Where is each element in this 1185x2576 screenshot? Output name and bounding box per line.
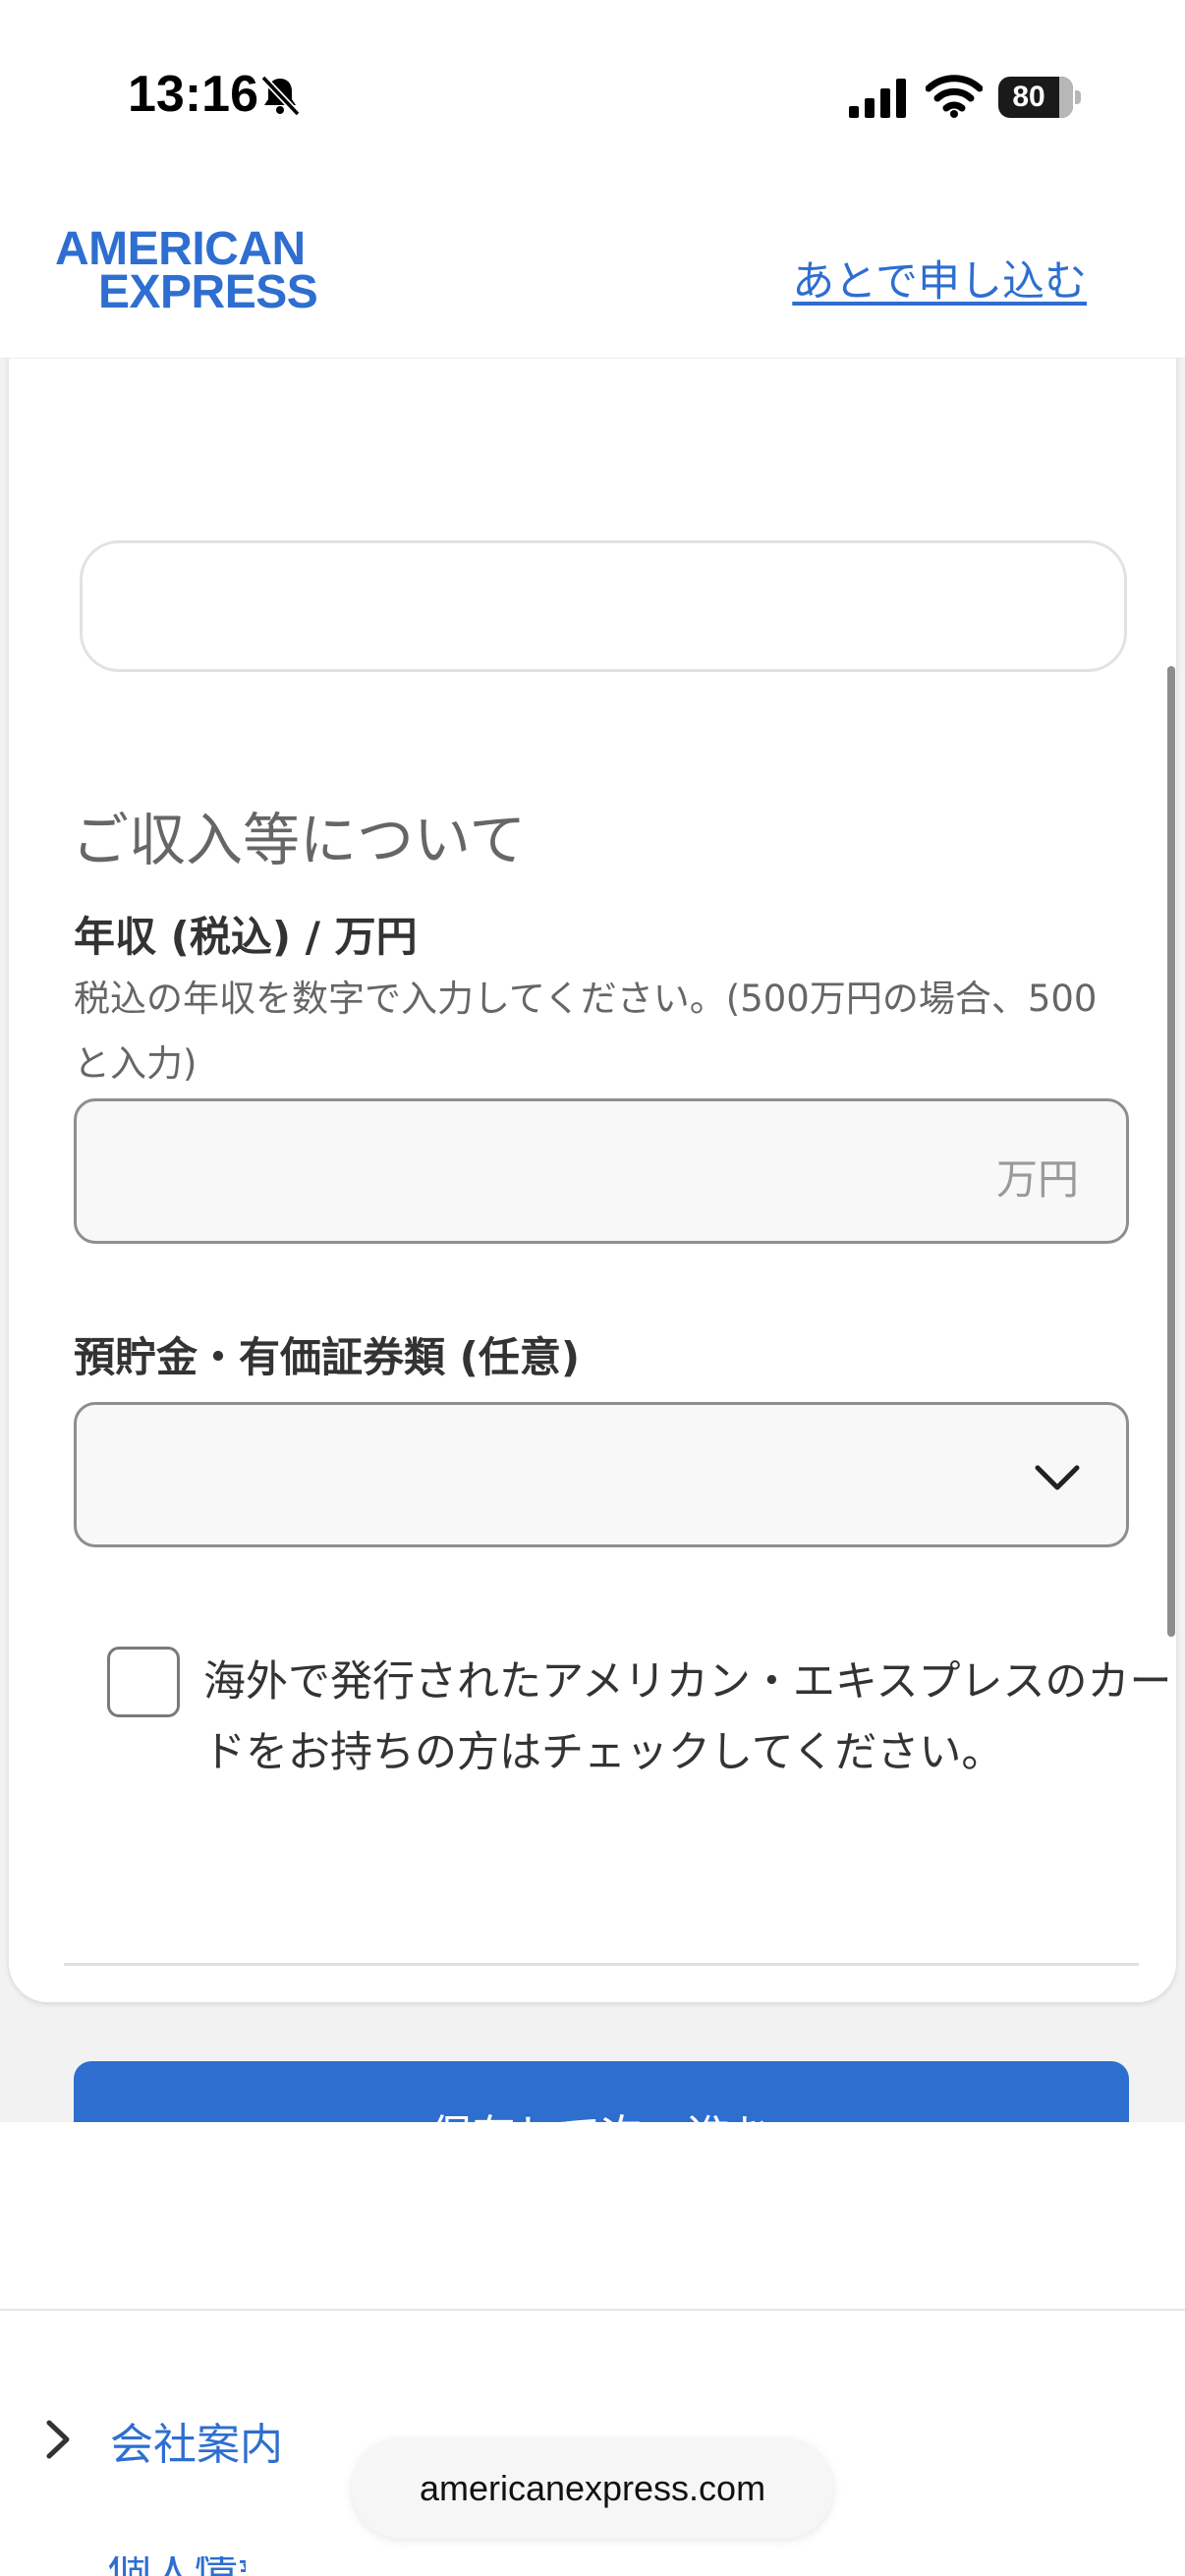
form-card: ご収入等について 年収 (税込) / 万円 税込の年収を数字で入力してください。…	[9, 295, 1176, 2203]
divider	[64, 1963, 1139, 1966]
status-time: 13:16	[128, 66, 258, 123]
battery-icon: 80	[998, 77, 1081, 118]
overseas-card-label[interactable]: 海外で発行されたアメリカン・エキスプレスのカードをお持ちの方はチェックしてくださ…	[203, 1647, 1185, 1788]
wifi-icon	[926, 75, 983, 118]
footer-divider	[0, 2309, 1185, 2311]
logo-line-1: AMERICAN	[55, 223, 306, 275]
footer-link-next[interactable]: 個人情報	[108, 2556, 246, 2576]
logo-line-2: EXPRESS	[98, 266, 318, 318]
address-bar[interactable]: americanexpress.com	[352, 2438, 833, 2539]
previous-field-bottom[interactable]	[80, 540, 1127, 672]
income-label: 年収 (税込) / 万円	[74, 913, 418, 961]
amex-logo[interactable]: AMERICAN EXPRESS	[55, 223, 350, 318]
footer-link-company-label: 会社案内	[110, 2420, 283, 2470]
battery-percent: 80	[1012, 81, 1045, 113]
income-help-text: 税込の年収を数字で入力してください。(500万円の場合、500と入力)	[74, 978, 1098, 1085]
scrollbar[interactable]	[1167, 666, 1175, 1637]
income-input[interactable]: 万円	[74, 1098, 1129, 1244]
header: AMERICAN EXPRESS あとで申し込む	[0, 187, 1185, 359]
apply-later-link[interactable]: あとで申し込む	[792, 248, 1087, 308]
income-unit: 万円	[995, 1155, 1079, 1204]
footer-link-next-label: 個人情報	[108, 2556, 246, 2576]
cellular-signal-icon	[849, 79, 906, 118]
screen: 13:16 80 ご収入等について 年収 (税込) / 万円 税込の年収を数字で…	[0, 0, 1185, 2576]
section-title: ご収入等について	[72, 807, 527, 873]
status-bar: 13:16 80	[0, 0, 1185, 187]
savings-label: 預貯金・有価証券類 (任意)	[74, 1333, 581, 1381]
bell-slash-icon	[260, 75, 301, 117]
overseas-card-checkbox[interactable]	[107, 1647, 180, 1717]
savings-select[interactable]	[74, 1402, 1129, 1547]
chevron-right-icon	[46, 2420, 70, 2459]
chevron-down-icon	[1035, 1465, 1080, 1490]
